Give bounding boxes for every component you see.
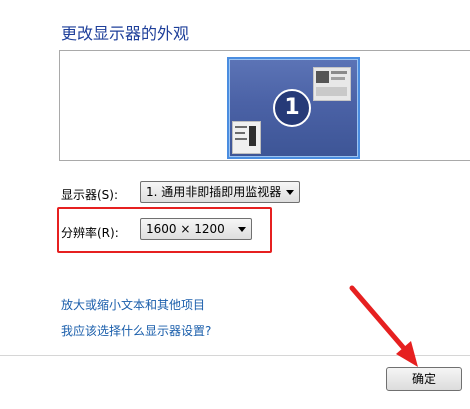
annotation-arrow-icon <box>349 285 418 367</box>
